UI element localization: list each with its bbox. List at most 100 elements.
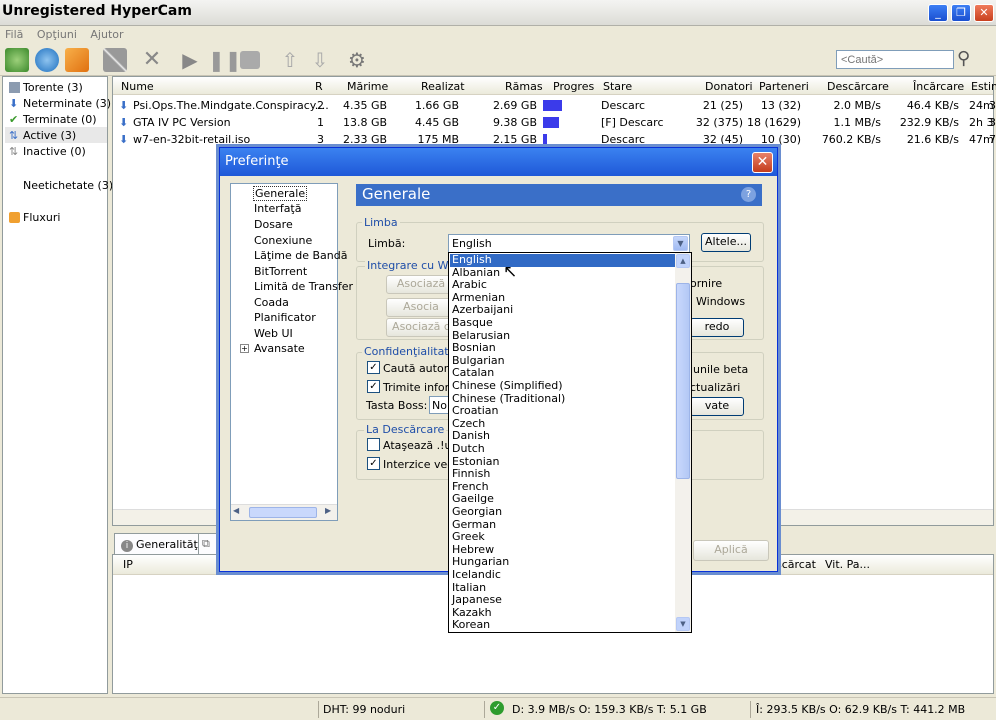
language-option[interactable]: Icelandic [450, 569, 676, 582]
language-list-scroll-thumb[interactable] [676, 283, 690, 479]
status-separator [318, 701, 319, 718]
language-option[interactable]: Georgian [450, 506, 676, 519]
other-languages-button[interactable]: Altele... [701, 233, 751, 252]
apply-button[interactable]: Aplică [693, 540, 769, 561]
search-input[interactable] [836, 50, 954, 69]
language-option[interactable]: English [450, 254, 676, 267]
col-seeds[interactable]: Donatori [705, 80, 753, 93]
status-bar: DHT: 99 noduri ✓ D: 3.9 MB/s O: 159.3 KB… [0, 697, 996, 720]
tree-item-connection[interactable]: Conexiune [254, 234, 312, 247]
tree-item-queue[interactable]: Coada [254, 296, 289, 309]
scroll-right-icon[interactable]: ▶ [325, 506, 331, 515]
tree-item-bandwidth[interactable]: Lăţime de Bandă [254, 249, 347, 262]
col-eta[interactable]: Estim [971, 80, 996, 93]
chevron-down-icon[interactable]: ▼ [673, 236, 688, 251]
sidebar-item-active[interactable]: ⇅ Active (3) [5, 127, 107, 143]
tree-item-folders[interactable]: Dosare [254, 218, 293, 231]
col-state[interactable]: Stare [603, 80, 632, 93]
dialog-close-button[interactable]: ✕ [752, 152, 773, 173]
menu-file[interactable]: Filă [0, 26, 28, 43]
search-icon[interactable]: ⚲ [957, 48, 970, 69]
scroll-left-icon[interactable]: ◀ [233, 506, 239, 515]
tree-item-bittorrent[interactable]: BitTorrent [254, 265, 307, 278]
minimize-button[interactable]: _ [928, 4, 948, 22]
pause-icon[interactable]: ❚❚ [208, 48, 242, 72]
col-left[interactable]: Rămas [505, 80, 543, 93]
col-down[interactable]: Descărcare [827, 80, 889, 93]
language-option[interactable]: Arabic [450, 279, 676, 292]
connection-ok-icon: ✓ [490, 701, 504, 715]
language-option[interactable]: Finnish [450, 468, 676, 481]
help-icon[interactable]: ? [741, 187, 756, 202]
vate-button[interactable]: vate [690, 397, 744, 416]
col-done[interactable]: Realizat [421, 80, 465, 93]
sidebar-item-torrents[interactable]: Torente (3) [9, 79, 83, 95]
close-button[interactable]: ✕ [974, 4, 994, 22]
col-peers[interactable]: Parteneri [759, 80, 809, 93]
redo-button[interactable]: redo [690, 318, 744, 337]
language-option[interactable]: Japanese [450, 594, 676, 607]
tree-item-scheduler[interactable]: Planificator [254, 311, 316, 324]
tree-item-interface[interactable]: Interfaţă [254, 202, 302, 215]
stop-icon[interactable] [240, 51, 260, 69]
tree-item-general[interactable]: Generale [253, 186, 308, 201]
table-row[interactable]: ⬇ Psi.Ops.The.Mindgate.Conspiracy.... 2 4.3… [113, 97, 996, 113]
sidebar-item-inactive[interactable]: ⇅ Inactive (0) [9, 143, 86, 159]
add-url-icon[interactable] [35, 48, 59, 72]
language-option[interactable]: Dutch [450, 443, 676, 456]
col-ip[interactable]: IP [123, 558, 133, 571]
sidebar-item-unfinished[interactable]: ⬇ Neterminate (3) [9, 95, 111, 111]
col-downloaded[interactable]: scărcat [776, 558, 816, 571]
remove-icon[interactable]: ✕ [140, 48, 164, 72]
language-option[interactable]: Chinese (Simplified) [450, 380, 676, 393]
sidebar-item-feeds[interactable]: Fluxuri [9, 209, 60, 225]
language-option[interactable]: Korean [450, 619, 676, 632]
scroll-up-icon[interactable]: ▲ [676, 254, 690, 268]
menu-options[interactable]: Opţiuni [32, 26, 82, 43]
language-dropdown-list[interactable]: English Albanian Arabic Armenian Azerbaijani… [448, 252, 692, 633]
col-size[interactable]: Mărime [347, 80, 388, 93]
associate-search-button[interactable]: Asociază c [386, 318, 456, 337]
col-progress[interactable]: Progres [553, 80, 594, 93]
move-down-icon[interactable]: ⇩ [308, 48, 332, 72]
check-updates-checkbox[interactable]: ✓ [367, 361, 380, 374]
scroll-down-icon[interactable]: ▼ [676, 617, 690, 631]
tab-general[interactable]: i Generalităţi [114, 533, 208, 554]
tree-hscroll[interactable]: ◀ ▶ [231, 504, 337, 520]
rss-icon[interactable] [65, 48, 89, 72]
tree-item-webui[interactable]: Web UI [254, 327, 293, 340]
col-speed[interactable]: Vit. Pa... [825, 558, 870, 571]
language-option[interactable]: Bosnian [450, 342, 676, 355]
language-option[interactable]: Greek [450, 531, 676, 544]
prevent-standby-checkbox[interactable]: ✓ [367, 457, 380, 470]
start-icon[interactable]: ▶ [178, 48, 202, 72]
col-r[interactable]: R [315, 80, 323, 93]
tree-item-transfer-cap[interactable]: Limită de Transfer [254, 280, 353, 293]
associate-magnet-button[interactable]: Asocia [386, 298, 456, 317]
tab-peers[interactable]: ⧉ [198, 533, 218, 554]
col-up[interactable]: Încărcare [913, 80, 964, 93]
send-info-checkbox[interactable]: ✓ [367, 380, 380, 393]
tree-expand-icon[interactable]: + [240, 344, 249, 353]
language-option[interactable]: Basque [450, 317, 676, 330]
language-option[interactable]: Croatian [450, 405, 676, 418]
language-list-scrollbar[interactable]: ▲ ▼ [675, 253, 691, 632]
torrents-icon [9, 81, 20, 93]
add-torrent-icon[interactable] [5, 48, 29, 72]
menu-help[interactable]: Ajutor [85, 26, 128, 43]
language-select[interactable]: English ▼ [448, 234, 690, 253]
create-torrent-icon[interactable] [103, 48, 127, 72]
attach-extension-checkbox[interactable] [367, 438, 380, 451]
tree-item-advanced[interactable]: Avansate [254, 342, 305, 355]
table-row[interactable]: ⬇ GTA IV PC Version 1 13.8 GB 4.45 GB 9.38 GB… [113, 114, 996, 130]
sidebar-item-unlabeled[interactable]: Neetichetate (3) [23, 177, 113, 193]
sidebar-item-finished[interactable]: ✔ Terminate (0) [9, 111, 97, 127]
table-row[interactable]: ⬇ w7-en-32bit-retail.iso 3 2.33 GB 175 MB 2.1… [113, 131, 996, 147]
col-name[interactable]: Nume [121, 80, 154, 93]
cell-left: 2.69 GB [492, 99, 537, 112]
settings-gear-icon[interactable]: ⚙ [345, 48, 369, 72]
tree-hscroll-thumb[interactable] [249, 507, 317, 518]
maximize-button[interactable]: ❐ [951, 4, 971, 22]
move-up-icon[interactable]: ⇧ [278, 48, 302, 72]
associate-button[interactable]: Asociază [386, 275, 456, 294]
